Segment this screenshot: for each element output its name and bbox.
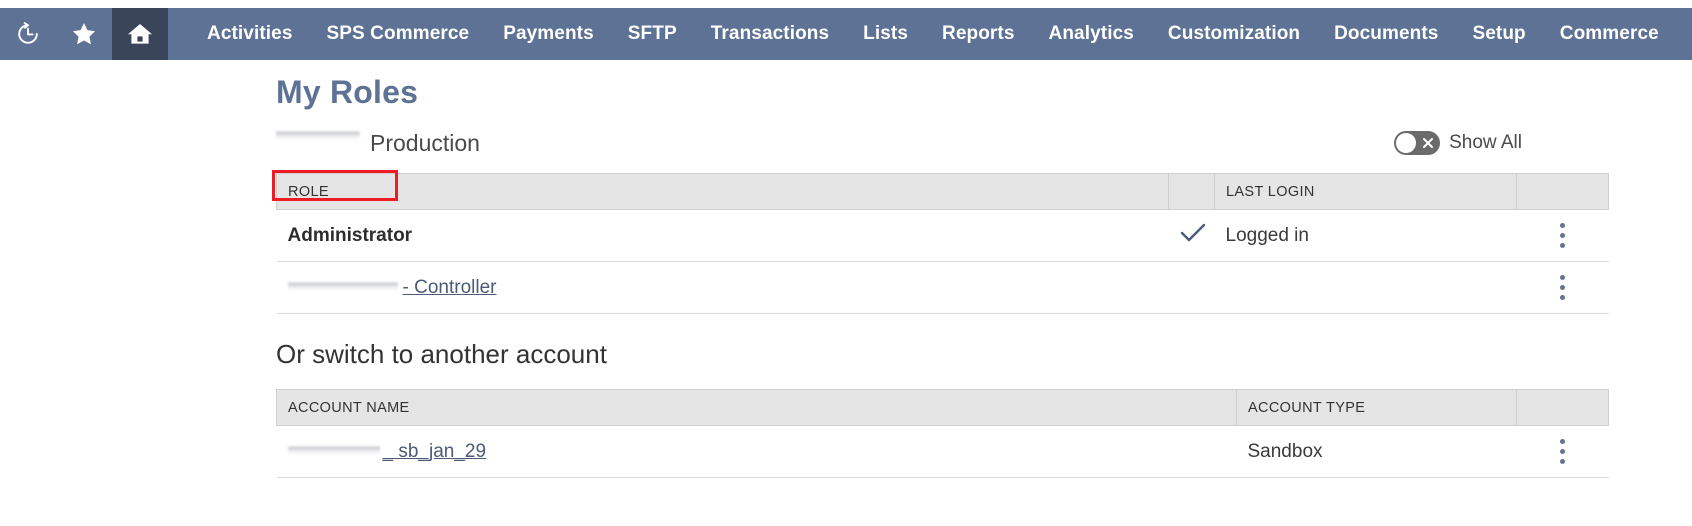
home-icon	[125, 20, 155, 48]
last-login-value-empty	[1214, 261, 1517, 314]
history-icon	[15, 21, 41, 47]
show-all-label: Show All	[1449, 132, 1522, 153]
role-link-controller[interactable]: - Controller	[403, 277, 497, 298]
home-icon-button[interactable]	[112, 8, 168, 60]
role-cell-controller: - Controller	[276, 261, 1169, 314]
table-row[interactable]: Administrator Logged in	[276, 209, 1609, 262]
star-icon	[70, 20, 98, 48]
nav-link-commerce[interactable]: Commerce	[1543, 8, 1676, 60]
redacted-account-name	[276, 125, 360, 142]
nav-link-customization[interactable]: Customization	[1151, 8, 1317, 60]
row-actions-cell	[1516, 261, 1609, 314]
column-header-spacer	[1168, 173, 1215, 210]
account-name-cell: _ sb_jan_29	[276, 425, 1237, 478]
environment-label: Production	[370, 129, 480, 156]
kebab-menu-icon[interactable]	[1552, 275, 1574, 300]
show-all-toggle[interactable]: Show All	[1394, 131, 1522, 155]
accounts-header-row: ACCOUNT NAME ACCOUNT TYPE	[276, 389, 1609, 426]
column-header-role[interactable]: ROLE	[276, 173, 1169, 210]
accounts-table: ACCOUNT NAME ACCOUNT TYPE _ sb_jan_29 Sa…	[276, 389, 1609, 478]
roles-header-row: ROLE LAST LOGIN	[276, 173, 1609, 210]
history-icon-button[interactable]	[0, 8, 56, 60]
nav-link-payments[interactable]: Payments	[486, 8, 611, 60]
table-row[interactable]: - Controller	[276, 261, 1609, 314]
logged-in-check-cell-empty	[1168, 261, 1215, 314]
account-type-value: Sandbox	[1236, 425, 1517, 478]
nav-link-list: Activities SPS Commerce Payments SFTP Tr…	[168, 8, 1676, 60]
redacted-company-name	[287, 277, 398, 292]
accounts-table-head: ACCOUNT NAME ACCOUNT TYPE	[276, 389, 1609, 426]
kebab-menu-icon[interactable]	[1552, 439, 1574, 464]
column-header-account-type[interactable]: ACCOUNT TYPE	[1236, 389, 1517, 426]
column-header-account-actions	[1516, 389, 1609, 426]
logged-in-check-cell	[1168, 209, 1215, 262]
last-login-value: Logged in	[1214, 209, 1517, 262]
nav-link-reports[interactable]: Reports	[925, 8, 1032, 60]
redacted-account-prefix	[287, 441, 380, 456]
subline-row: Production Show All	[276, 125, 1608, 158]
page-content: My Roles Production Show All ROLE LAST L…	[276, 60, 1609, 478]
kebab-menu-icon[interactable]	[1552, 223, 1574, 248]
check-icon	[1180, 223, 1206, 249]
page-title: My Roles	[276, 74, 419, 110]
accounts-table-body: _ sb_jan_29 Sandbox	[276, 425, 1609, 478]
toggle-knob	[1396, 133, 1417, 153]
account-environment-line: Production	[276, 125, 480, 157]
roles-table-wrapper: ROLE LAST LOGIN Administrator Logged in …	[276, 173, 1609, 314]
table-row[interactable]: _ sb_jan_29 Sandbox	[276, 425, 1609, 478]
page-body: My Roles Production Show All ROLE LAST L…	[0, 60, 1692, 526]
roles-table-head: ROLE LAST LOGIN	[276, 173, 1609, 210]
role-name: Administrator	[287, 224, 413, 246]
nav-link-transactions[interactable]: Transactions	[694, 8, 846, 60]
roles-table-body: Administrator Logged in - Controller	[276, 209, 1609, 314]
nav-link-documents[interactable]: Documents	[1317, 8, 1455, 60]
nav-link-analytics[interactable]: Analytics	[1032, 8, 1151, 60]
switch-account-heading: Or switch to another account	[276, 339, 607, 369]
column-header-actions	[1516, 173, 1609, 210]
nav-link-sps-commerce[interactable]: SPS Commerce	[309, 8, 486, 60]
row-actions-cell	[1516, 425, 1609, 478]
shortcuts-star-button[interactable]	[56, 8, 112, 60]
roles-table: ROLE LAST LOGIN Administrator Logged in …	[276, 173, 1609, 314]
account-link-sandbox[interactable]: _ sb_jan_29	[383, 441, 487, 462]
nav-link-lists[interactable]: Lists	[846, 8, 925, 60]
nav-link-sftp[interactable]: SFTP	[611, 8, 694, 60]
top-navigation-bar: Activities SPS Commerce Payments SFTP Tr…	[0, 8, 1692, 60]
column-header-account-name[interactable]: ACCOUNT NAME	[276, 389, 1237, 426]
x-icon	[1423, 138, 1434, 148]
show-all-switch[interactable]	[1394, 131, 1441, 155]
row-actions-cell	[1516, 209, 1609, 262]
column-header-last-login[interactable]: LAST LOGIN	[1214, 173, 1517, 210]
nav-link-activities[interactable]: Activities	[190, 8, 309, 60]
nav-link-setup[interactable]: Setup	[1455, 8, 1542, 60]
role-cell-administrator: Administrator	[276, 209, 1169, 262]
